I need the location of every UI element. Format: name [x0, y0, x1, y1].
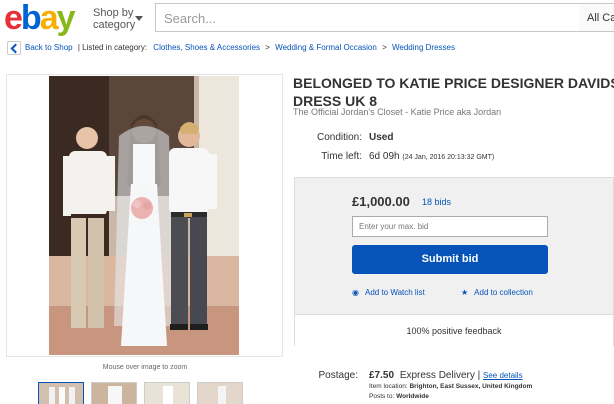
time-left-text: 6d 09h	[369, 151, 400, 162]
max-bid-input[interactable]: Enter your max. bid	[352, 216, 548, 237]
posts-to: Posts to: Worldwide	[369, 393, 429, 400]
category-label: category	[93, 19, 136, 31]
thumbnail[interactable]	[91, 382, 137, 404]
postage-value: £7.50 Express Delivery | See details	[369, 370, 523, 381]
shop-by-label: Shop by	[93, 7, 134, 19]
watch-label: Add to Watch list	[364, 288, 425, 297]
posts-to-label: Posts to:	[369, 393, 395, 400]
thumbnail[interactable]	[197, 382, 243, 404]
back-arrow-icon[interactable]	[7, 41, 21, 55]
thumbnail-image	[39, 383, 83, 404]
main-image-frame[interactable]	[6, 74, 283, 357]
item-location-label: Item location:	[369, 383, 408, 390]
breadcrumb: Back to Shop | Listed in category: Cloth…	[7, 41, 455, 55]
thumbnail[interactable]	[38, 382, 84, 404]
posts-to-value: Worldwide	[396, 393, 429, 400]
thumbnail-image	[145, 383, 189, 404]
star-icon: ★	[461, 288, 469, 297]
logo-letter-y: y	[56, 0, 76, 37]
back-to-shop-link[interactable]: Back to Shop	[25, 43, 73, 52]
search-placeholder: Search...	[164, 11, 217, 26]
collection-label: Add to collection	[474, 288, 533, 297]
eye-icon: ◉	[352, 288, 359, 297]
submit-bid-button[interactable]: Submit bid	[352, 245, 548, 274]
add-to-watch-list-link[interactable]: ◉ Add to Watch list	[352, 288, 425, 297]
item-subtitle: The Official Jordan's Closet - Katie Pri…	[293, 107, 502, 117]
all-categories-label: All Cat	[587, 12, 614, 24]
chevron-down-icon	[135, 16, 143, 21]
bid-panel: £1,000.00 18 bids Enter your max. bid Su…	[294, 177, 614, 346]
shop-by-category-button[interactable]: Shop by category	[93, 7, 143, 31]
all-categories-select[interactable]: All Cat	[579, 3, 614, 32]
add-to-collection-link[interactable]: ★ Add to collection	[461, 288, 533, 297]
logo-letter-e: e	[4, 0, 23, 37]
item-location: Item location: Brighton, East Sussex, Un…	[369, 383, 532, 390]
breadcrumb-separator: >	[382, 43, 387, 53]
breadcrumb-wedding-dresses-link[interactable]: Wedding Dresses	[392, 43, 455, 52]
see-details-link[interactable]: See details	[483, 371, 523, 380]
logo-letter-b: b	[20, 0, 42, 37]
item-location-value: Brighton, East Sussex, United Kingdom	[409, 383, 533, 390]
wedding-photo-image	[49, 76, 239, 355]
ebay-logo[interactable]: ebay	[4, 0, 76, 37]
condition-value: Used	[369, 132, 393, 143]
condition-label: Condition:	[316, 132, 362, 143]
current-price: £1,000.00	[352, 194, 410, 209]
bid-count-link[interactable]: 18 bids	[422, 197, 451, 207]
time-left-detail: (24 Jan, 2016 20:13:32 GMT)	[402, 154, 495, 161]
thumbnail-image	[92, 383, 136, 404]
item-photo[interactable]	[49, 76, 239, 355]
time-left-value: 6d 09h (24 Jan, 2016 20:13:32 GMT)	[369, 151, 494, 162]
condition-text: Used	[369, 132, 394, 143]
thumbnail[interactable]	[144, 382, 190, 404]
search-input[interactable]: Search...	[155, 3, 580, 32]
listed-in-label: | Listed in category:	[77, 43, 148, 53]
max-bid-placeholder: Enter your max. bid	[359, 222, 429, 231]
zoom-hint: Mouse over image to zoom	[102, 364, 188, 371]
breadcrumb-separator: >	[265, 43, 270, 53]
time-left-label: Time left:	[321, 151, 362, 162]
postage-method: Express Delivery	[399, 370, 475, 381]
header: ebay Shop by category Search... All Cat	[0, 0, 614, 36]
postage-label: Postage:	[318, 370, 358, 381]
breadcrumb-wedding-formal-link[interactable]: Wedding & Formal Occasion	[275, 43, 377, 52]
seller-feedback: 100% positive feedback	[295, 314, 613, 346]
item-title: BELONGED TO KATIE PRICE DESIGNER DAVIDS …	[293, 75, 614, 91]
postage-price: £7.50	[369, 370, 395, 381]
thumbnail-image	[198, 383, 242, 404]
logo-letter-a: a	[39, 0, 59, 37]
breadcrumb-clothes-link[interactable]: Clothes, Shoes & Accessories	[153, 43, 260, 52]
